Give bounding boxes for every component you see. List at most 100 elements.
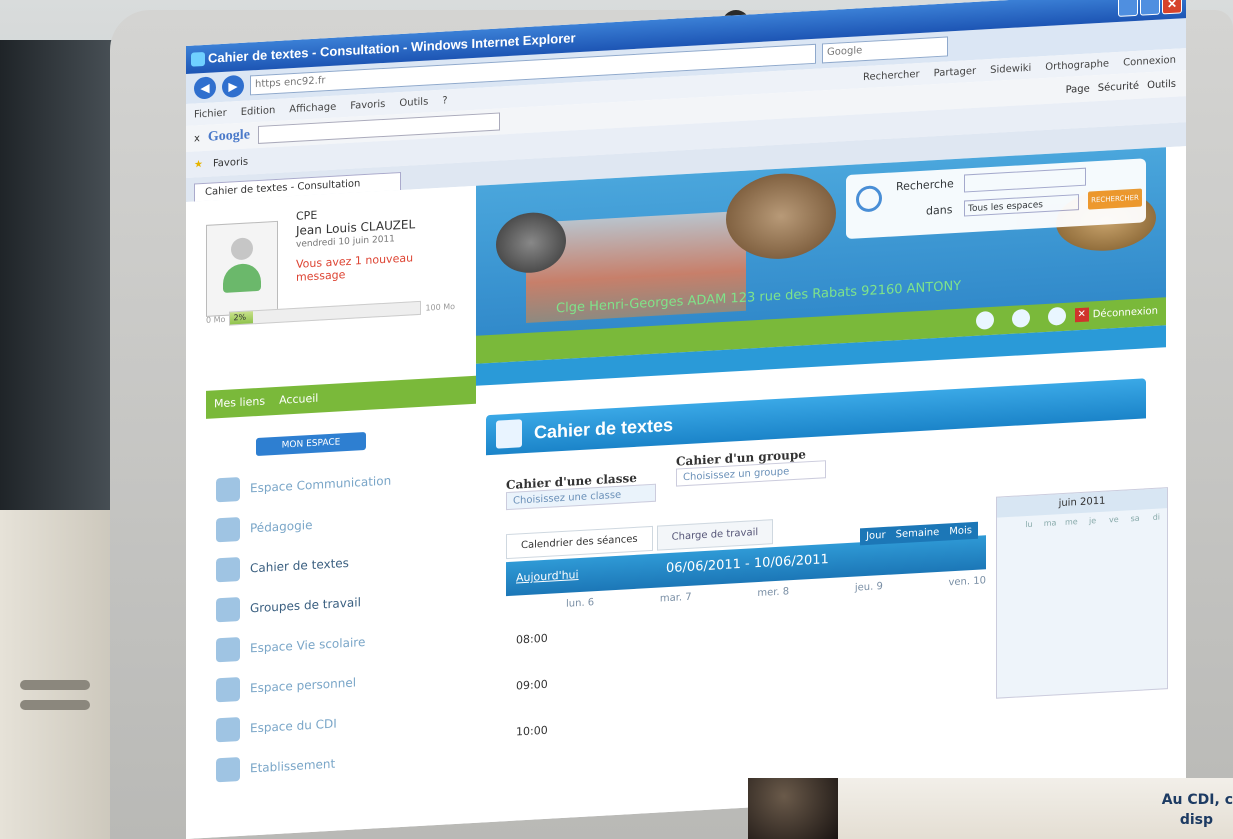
tower-vent bbox=[20, 680, 90, 690]
weekday-label: ve bbox=[1109, 514, 1119, 525]
day-header: jeu. 9 bbox=[854, 581, 883, 594]
site-search-input[interactable] bbox=[964, 167, 1086, 193]
maximize-button[interactable] bbox=[1140, 0, 1160, 16]
mon-espace-button[interactable]: MON ESPACE bbox=[256, 431, 366, 457]
sidebar-menu: Espace Communication Pédagogie Cahier de… bbox=[216, 456, 466, 790]
view-jour[interactable]: Jour bbox=[866, 530, 886, 542]
browser-search-input[interactable]: Google bbox=[822, 36, 948, 64]
url-domain: enc92.fr bbox=[283, 75, 326, 89]
sidebar-item-label: Espace Communication bbox=[250, 473, 392, 496]
house-icon bbox=[216, 756, 240, 783]
weekday-label: lu bbox=[1025, 519, 1033, 530]
help-icon[interactable] bbox=[1012, 308, 1030, 328]
day-header: mer. 8 bbox=[757, 586, 790, 600]
search-label: Recherche bbox=[896, 177, 954, 194]
caption-line: Au CDI, c bbox=[1161, 792, 1233, 808]
view-semaine[interactable]: Semaine bbox=[896, 527, 940, 540]
inset-photo-subject bbox=[748, 778, 838, 839]
vie-scolaire-icon bbox=[216, 636, 240, 663]
caption-line: disp bbox=[1179, 812, 1213, 828]
hour-label: 09:00 bbox=[516, 677, 548, 693]
day-header: lun. 6 bbox=[566, 597, 595, 610]
menu-affichage[interactable]: Affichage bbox=[289, 101, 336, 115]
weekday-label: sa bbox=[1130, 513, 1140, 524]
banner-sphere bbox=[726, 170, 836, 262]
menu-help[interactable]: ? bbox=[442, 95, 447, 106]
weekday-label: je bbox=[1089, 516, 1097, 526]
web-page: CPE Jean Louis CLAUZEL vendredi 10 juin … bbox=[186, 146, 1186, 839]
date-range: 06/06/2011 - 10/06/2011 bbox=[666, 552, 829, 577]
search-in-label: dans bbox=[926, 203, 953, 218]
logout-label: Déconnexion bbox=[1092, 305, 1158, 320]
weekday-label: me bbox=[1065, 517, 1078, 527]
sidebar-item-label: Etablissement bbox=[250, 756, 336, 776]
view-switcher: Jour Semaine Mois bbox=[860, 521, 978, 546]
pedagogie-icon bbox=[216, 516, 240, 543]
trash-icon[interactable] bbox=[976, 310, 994, 330]
page-title-text: Cahier de textes bbox=[534, 414, 674, 443]
sidebar-item-label: Groupes de travail bbox=[250, 595, 361, 616]
search-button[interactable]: RECHERCHER bbox=[1088, 188, 1142, 210]
weekday-label: ma bbox=[1043, 518, 1057, 529]
menu-favoris[interactable]: Favoris bbox=[350, 98, 385, 111]
magnifier-icon bbox=[856, 185, 882, 213]
day-header: ven. 10 bbox=[948, 575, 986, 589]
menu-outils[interactable]: Outils bbox=[399, 96, 428, 109]
book-icon bbox=[496, 419, 522, 449]
sidebar-item-label: Espace du CDI bbox=[250, 716, 337, 736]
sidebar-item-label: Espace Vie scolaire bbox=[250, 634, 366, 656]
sidebar-item-label: Pédagogie bbox=[250, 517, 313, 536]
avatar bbox=[206, 220, 278, 317]
hour-label: 10:00 bbox=[516, 723, 548, 739]
calendar-icon[interactable] bbox=[1048, 306, 1066, 326]
new-message-link[interactable]: Vous avez 1 nouveau message bbox=[296, 249, 446, 284]
toolbar-icons bbox=[976, 306, 1066, 330]
close-toolbar-icon[interactable]: x bbox=[194, 133, 200, 144]
group-icon bbox=[216, 596, 240, 623]
cdi-icon bbox=[216, 716, 240, 743]
folder-icon bbox=[216, 676, 240, 703]
logout-button[interactable]: ✕ Déconnexion bbox=[1074, 304, 1158, 323]
toolbar-rechercher[interactable]: Rechercher bbox=[863, 68, 920, 82]
back-icon[interactable]: ◀ bbox=[194, 76, 216, 100]
quota-min: 0 Mo bbox=[206, 314, 226, 325]
window-controls: ✕ bbox=[1118, 0, 1182, 17]
tower-vent bbox=[20, 700, 90, 710]
quota-used: 2% bbox=[233, 312, 247, 323]
url-protocol: https bbox=[255, 77, 281, 91]
search-scope-select[interactable]: Tous les espaces bbox=[964, 194, 1079, 217]
sidebar-item-label: Espace personnel bbox=[250, 675, 357, 696]
hour-column: 08:00 09:00 10:00 bbox=[516, 632, 548, 772]
menu-edition[interactable]: Edition bbox=[241, 105, 276, 118]
toolbar-sidewiki[interactable]: Sidewiki bbox=[990, 62, 1031, 75]
minimize-button[interactable] bbox=[1118, 0, 1138, 17]
google-logo: Google bbox=[207, 127, 250, 145]
accueil-link[interactable]: Accueil bbox=[279, 392, 318, 407]
menu-fichier[interactable]: Fichier bbox=[194, 107, 227, 120]
close-button[interactable]: ✕ bbox=[1162, 0, 1182, 15]
weekday-label: di bbox=[1152, 512, 1161, 522]
quota-max: 100 Mo bbox=[425, 301, 456, 313]
tool-page[interactable]: Page bbox=[1066, 83, 1090, 95]
user-role: CPE bbox=[296, 208, 318, 223]
connexion-link[interactable]: Connexion bbox=[1123, 54, 1176, 68]
avatar-body bbox=[223, 262, 261, 293]
favoris-button[interactable]: Favoris bbox=[213, 156, 248, 169]
mini-calendar: juin 2011 lu ma me je ve sa di bbox=[996, 487, 1168, 699]
hour-label: 08:00 bbox=[516, 631, 548, 647]
tool-securite[interactable]: Sécurité bbox=[1098, 80, 1139, 93]
star-icon: ★ bbox=[194, 158, 203, 171]
day-header: mar. 7 bbox=[659, 591, 692, 605]
mes-liens-link[interactable]: Mes liens bbox=[214, 395, 265, 411]
tool-outils[interactable]: Outils bbox=[1147, 78, 1176, 91]
forward-icon[interactable]: ▶ bbox=[222, 74, 244, 98]
toolbar-partager[interactable]: Partager bbox=[934, 65, 976, 78]
photo-caption: Au CDI, c disp bbox=[978, 790, 1233, 830]
view-mois[interactable]: Mois bbox=[949, 525, 972, 537]
today-link[interactable]: Aujourd'hui bbox=[516, 568, 579, 584]
toolbar-orthographe[interactable]: Orthographe bbox=[1045, 58, 1109, 73]
monitor-screen: Cahier de textes - Consultation - Window… bbox=[186, 0, 1186, 839]
tab-charge[interactable]: Charge de travail bbox=[656, 519, 774, 551]
sidebar-item-label: Cahier de textes bbox=[250, 555, 349, 576]
notebook-icon bbox=[216, 556, 240, 583]
